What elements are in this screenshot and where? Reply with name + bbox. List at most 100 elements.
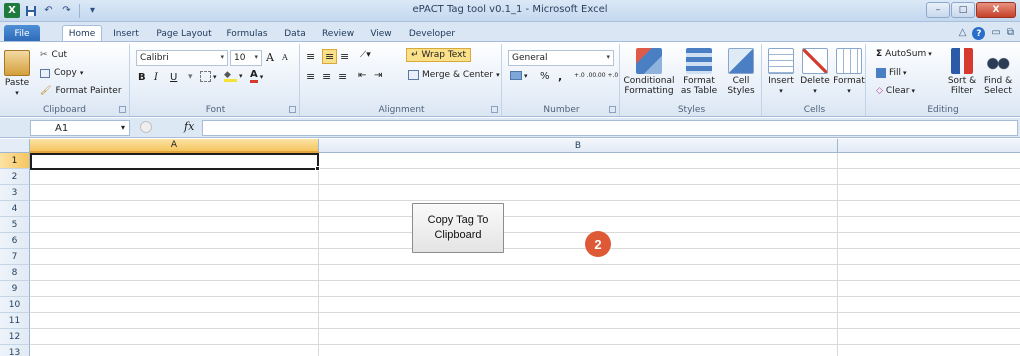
find-select-button[interactable]: Find & Select xyxy=(980,48,1016,96)
column-header-b[interactable]: B xyxy=(319,139,838,153)
copy-tag-to-clipboard-button[interactable]: Copy Tag To Clipboard xyxy=(412,203,504,253)
bold-button[interactable]: B xyxy=(138,72,146,83)
row-header-1[interactable]: 1 xyxy=(0,153,30,169)
format-cells-button[interactable]: Format ▾ xyxy=(832,48,866,96)
format-painter-button[interactable]: 🖌 Format Painter xyxy=(40,86,122,96)
select-all-corner[interactable] xyxy=(0,139,30,153)
align-top-icon[interactable]: ≡ xyxy=(306,50,315,63)
format-as-table-label-2: as Table xyxy=(680,86,718,96)
orientation-icon[interactable]: ⟋▾ xyxy=(360,50,371,60)
font-launcher-icon[interactable] xyxy=(289,106,296,113)
row-header-9[interactable]: 9 xyxy=(0,281,30,297)
tab-developer[interactable]: Developer xyxy=(404,25,460,42)
number-launcher-icon[interactable] xyxy=(609,106,616,113)
active-cell-a1[interactable] xyxy=(30,153,319,170)
help-icon[interactable]: ? xyxy=(972,27,986,40)
grow-font-button[interactable]: A xyxy=(266,51,274,64)
autosum-button[interactable]: Σ AutoSum ▾ xyxy=(876,49,932,59)
percent-button[interactable]: % xyxy=(540,71,550,82)
underline-dropdown-icon[interactable]: ▾ xyxy=(188,72,193,82)
row-header-2[interactable]: 2 xyxy=(0,169,30,185)
name-box[interactable]: A1 ▾ xyxy=(30,120,130,136)
tab-file[interactable]: File xyxy=(4,25,40,42)
row-header-3[interactable]: 3 xyxy=(0,185,30,201)
row-header-13[interactable]: 13 xyxy=(0,345,30,356)
conditional-formatting-button[interactable]: Conditional Formatting xyxy=(622,48,676,96)
conditional-formatting-label-2: Formatting xyxy=(624,86,674,96)
row-header-7[interactable]: 7 xyxy=(0,249,30,265)
insert-cells-label: Insert xyxy=(768,76,794,86)
number-format-select[interactable]: General ▾ xyxy=(508,50,614,66)
increase-indent-icon[interactable]: ⇥ xyxy=(374,70,382,81)
merge-center-button[interactable]: Merge & Center ▾ xyxy=(408,70,500,80)
underline-button[interactable]: U xyxy=(170,72,177,83)
font-name-select[interactable]: Calibri ▾ xyxy=(136,50,228,66)
align-middle-icon[interactable]: ≡ xyxy=(322,49,338,64)
currency-button[interactable]: ▾ xyxy=(510,71,528,80)
align-left-icon[interactable]: ≡ xyxy=(306,70,315,83)
fill-color-button[interactable]: ◆ ▾ xyxy=(224,70,243,82)
formula-input[interactable] xyxy=(202,120,1018,136)
shrink-font-button[interactable]: A xyxy=(282,53,288,62)
align-bottom-icon[interactable]: ≡ xyxy=(340,50,349,63)
sort-filter-button[interactable]: Sort & Filter xyxy=(944,48,980,96)
comma-button[interactable]: , xyxy=(558,70,562,83)
tab-data[interactable]: Data xyxy=(280,25,310,42)
italic-button[interactable]: I xyxy=(154,72,158,83)
restore-window-icon[interactable]: ▭ xyxy=(991,27,1000,40)
maximize-button[interactable]: □ xyxy=(951,2,975,18)
fill-down-icon xyxy=(876,68,886,78)
fill-handle[interactable] xyxy=(315,166,320,171)
insert-cells-button[interactable]: Insert ▾ xyxy=(764,48,798,96)
column-header-c[interactable] xyxy=(838,139,1020,153)
row-header-11[interactable]: 11 xyxy=(0,313,30,329)
chevron-down-icon: ▾ xyxy=(220,53,224,61)
borders-button[interactable]: ▾ xyxy=(200,71,217,82)
minimize-button[interactable]: – xyxy=(926,2,950,18)
cell-styles-button[interactable]: Cell Styles xyxy=(722,48,760,96)
row-header-6[interactable]: 6 xyxy=(0,233,30,249)
format-as-table-icon xyxy=(686,48,712,74)
cut-button[interactable]: ✂ Cut xyxy=(40,50,67,60)
row-header-4[interactable]: 4 xyxy=(0,201,30,217)
column-header-a[interactable]: A xyxy=(30,139,319,153)
row-header-5[interactable]: 5 xyxy=(0,217,30,233)
formula-cancel-icon[interactable] xyxy=(140,121,152,133)
tab-review[interactable]: Review xyxy=(318,25,358,42)
decrease-decimal-button[interactable]: .00 +.0 xyxy=(596,72,618,79)
chevron-down-icon: ▾ xyxy=(903,69,907,77)
tab-home[interactable]: Home xyxy=(62,25,102,42)
tab-formulas[interactable]: Formulas xyxy=(222,25,272,42)
paste-button[interactable]: Paste ▾ xyxy=(2,50,32,98)
clear-label: Clear xyxy=(885,86,910,96)
fill-button[interactable]: Fill ▾ xyxy=(876,68,907,78)
font-color-button[interactable]: A ▾ xyxy=(250,70,263,83)
format-as-table-button[interactable]: Format as Table xyxy=(676,48,722,96)
row-header-8[interactable]: 8 xyxy=(0,265,30,281)
tab-insert[interactable]: Insert xyxy=(108,25,144,42)
delete-cells-button[interactable]: Delete ▾ xyxy=(798,48,832,96)
alignment-launcher-icon[interactable] xyxy=(491,106,498,113)
minimize-ribbon-icon[interactable]: △ xyxy=(959,27,967,40)
copy-button[interactable]: Copy ▾ xyxy=(40,68,83,78)
row-header-12[interactable]: 12 xyxy=(0,329,30,345)
number-group-label: Number xyxy=(543,105,580,115)
font-size-select[interactable]: 10 ▾ xyxy=(230,50,262,66)
close-button[interactable]: X xyxy=(976,2,1016,18)
align-center-icon[interactable]: ≡ xyxy=(322,70,331,83)
restore-workbook-icon[interactable]: ⧉ xyxy=(1007,27,1014,40)
wrap-text-button[interactable]: ↵ Wrap Text xyxy=(406,48,472,62)
row-gridline xyxy=(30,216,1020,217)
decrease-indent-icon[interactable]: ⇤ xyxy=(358,70,366,81)
row-gridline xyxy=(30,328,1020,329)
tab-view[interactable]: View xyxy=(366,25,396,42)
styles-group-label: Styles xyxy=(677,105,706,115)
row-header-10[interactable]: 10 xyxy=(0,297,30,313)
increase-decimal-button[interactable]: +.0 .00 xyxy=(574,72,596,79)
align-right-icon[interactable]: ≡ xyxy=(338,70,347,83)
tab-page-layout[interactable]: Page Layout xyxy=(152,25,216,42)
font-group: Calibri ▾ 10 ▾ A A B I U ▾ ▾ ◆ ▾ A ▾ Fon… xyxy=(132,44,300,116)
insert-function-icon[interactable]: fx xyxy=(184,120,194,133)
clear-button[interactable]: ◇ Clear ▾ xyxy=(876,86,915,96)
clipboard-launcher-icon[interactable] xyxy=(119,106,126,113)
